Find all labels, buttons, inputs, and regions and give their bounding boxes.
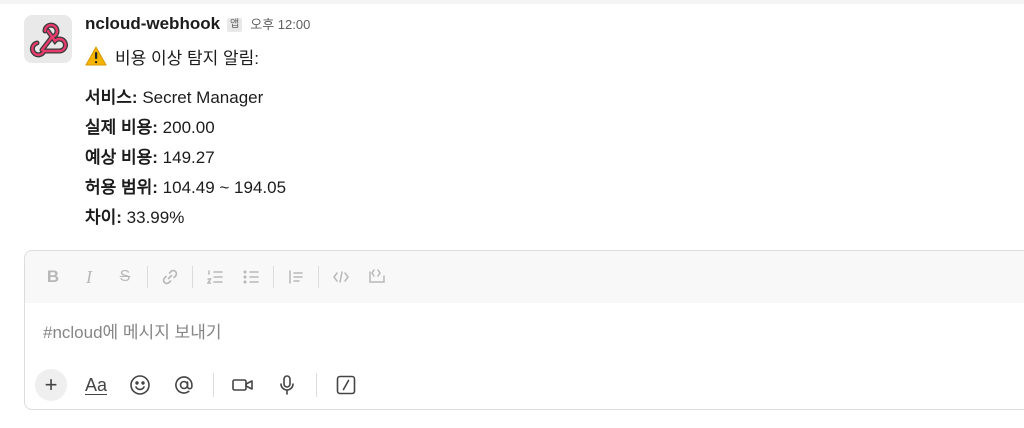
app-badge: 앱 bbox=[227, 18, 243, 32]
alert-title: 비용 이상 탐지 알림: bbox=[115, 48, 260, 68]
avatar[interactable] bbox=[24, 15, 72, 63]
field-difference: 차이: 33.99% bbox=[85, 203, 985, 233]
field-label: 실제 비용: bbox=[85, 118, 158, 137]
top-divider bbox=[0, 0, 1024, 4]
video-camera-icon bbox=[232, 379, 253, 391]
message-input[interactable]: #ncloud에 메시지 보내기 bbox=[43, 318, 221, 343]
formatting-toggle-button[interactable]: Aa bbox=[79, 369, 113, 401]
message: ncloud-webhook 앱 오후 12:00 비용 이상 탐지 알림: 서… bbox=[85, 14, 985, 233]
plus-icon: + bbox=[44, 372, 58, 397]
link-icon[interactable] bbox=[154, 261, 186, 293]
field-label: 허용 범위: bbox=[85, 178, 158, 197]
field-allowed-range: 허용 범위: 104.49 ~ 194.05 bbox=[85, 173, 985, 203]
bullet-list-icon[interactable] bbox=[235, 261, 267, 293]
strikethrough-icon[interactable]: S bbox=[109, 261, 141, 293]
field-value: 104.49 ~ 194.05 bbox=[157, 178, 287, 197]
field-service: 서비스: Secret Manager bbox=[85, 83, 985, 113]
sender-name[interactable]: ncloud-webhook bbox=[85, 14, 220, 34]
webhook-icon bbox=[29, 22, 68, 58]
actions-divider bbox=[316, 373, 317, 397]
add-button[interactable]: + bbox=[35, 369, 67, 401]
timestamp[interactable]: 오후 12:00 bbox=[250, 14, 310, 33]
emoji-icon bbox=[130, 375, 150, 395]
mention-button[interactable] bbox=[167, 369, 201, 401]
field-value: 149.27 bbox=[157, 148, 215, 167]
field-value: 200.00 bbox=[157, 118, 215, 137]
field-label: 서비스: bbox=[85, 88, 138, 107]
formatting-toolbar: B I S bbox=[25, 251, 1024, 303]
slash-command-icon bbox=[336, 375, 356, 395]
video-clip-button[interactable] bbox=[226, 369, 260, 401]
slash-command-button[interactable] bbox=[329, 369, 363, 401]
field-actual-cost: 실제 비용: 200.00 bbox=[85, 113, 985, 143]
actions-divider bbox=[213, 373, 214, 397]
ordered-list-icon[interactable] bbox=[199, 261, 231, 293]
composer-actions: + Aa bbox=[35, 367, 373, 403]
at-icon bbox=[175, 376, 193, 394]
toolbar-divider bbox=[318, 266, 319, 288]
toolbar-divider bbox=[192, 266, 193, 288]
audio-clip-button[interactable] bbox=[270, 369, 304, 401]
alert-title-line: 비용 이상 탐지 알림: bbox=[85, 42, 985, 70]
text-format-icon: Aa bbox=[84, 374, 108, 395]
field-value: 33.99% bbox=[121, 208, 185, 227]
toolbar-divider bbox=[147, 266, 148, 288]
field-label: 예상 비용: bbox=[85, 148, 158, 167]
field-label: 차이: bbox=[85, 208, 122, 227]
code-block-icon[interactable] bbox=[361, 261, 393, 293]
warning-icon bbox=[85, 46, 107, 66]
microphone-icon bbox=[280, 375, 294, 395]
field-expected-cost: 예상 비용: 149.27 bbox=[85, 143, 985, 173]
alert-fields: 서비스: Secret Manager 실제 비용: 200.00 예상 비용:… bbox=[85, 83, 985, 233]
bold-icon[interactable]: B bbox=[37, 261, 69, 293]
emoji-button[interactable] bbox=[123, 369, 157, 401]
field-value: Secret Manager bbox=[137, 88, 264, 107]
blockquote-icon[interactable] bbox=[280, 261, 312, 293]
code-icon[interactable] bbox=[325, 261, 357, 293]
message-header: ncloud-webhook 앱 오후 12:00 bbox=[85, 14, 985, 38]
message-composer[interactable]: B I S #ncloud에 메시지 보내기 + Aa bbox=[24, 250, 1024, 410]
italic-icon[interactable]: I bbox=[73, 261, 105, 293]
toolbar-divider bbox=[273, 266, 274, 288]
